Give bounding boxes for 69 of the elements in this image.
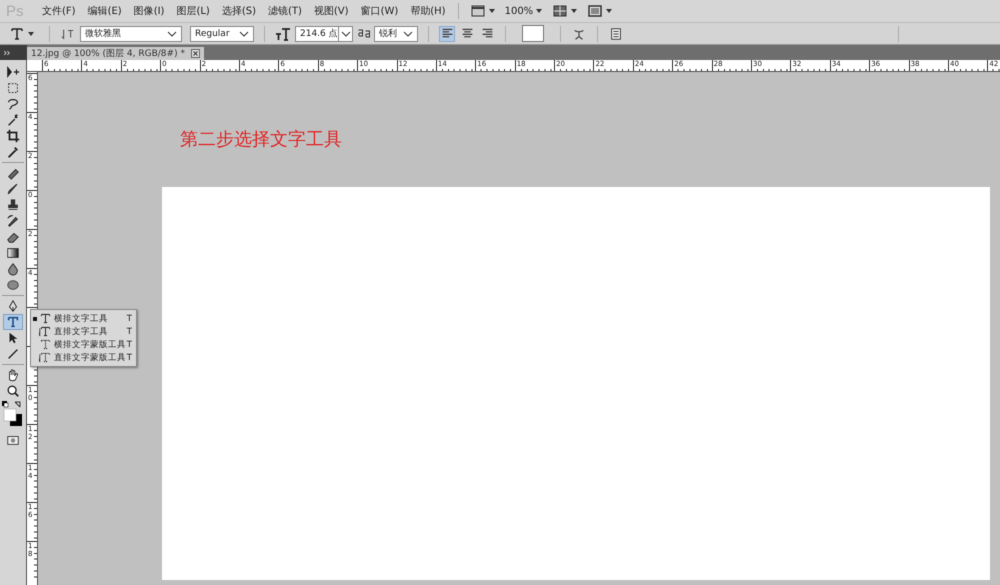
menu-item[interactable]: 选择(S) xyxy=(216,4,262,18)
vertical-type-mask-icon xyxy=(39,351,52,364)
font-size-icon xyxy=(275,26,291,42)
align-icon xyxy=(460,27,474,40)
crop-icon xyxy=(6,129,20,143)
caret-icon xyxy=(488,9,495,13)
flyout-menu-item[interactable]: 直排文字蒙版工具T xyxy=(31,351,136,364)
brush-icon xyxy=(6,182,20,196)
flyout-menu-item[interactable]: 横排文字蒙版工具T xyxy=(31,338,136,351)
font-size-field[interactable]: 214.6 点 xyxy=(295,26,353,42)
antialias-dropdown[interactable]: 锐利 xyxy=(374,26,418,42)
caret-icon xyxy=(28,32,34,36)
panel-icon xyxy=(609,26,623,40)
wand-icon xyxy=(6,113,20,127)
menu-item[interactable]: 滤镜(T) xyxy=(262,4,308,18)
stamp-icon xyxy=(6,198,20,212)
lasso-icon xyxy=(6,97,20,111)
antialias-icon xyxy=(357,29,370,38)
history-brush-icon xyxy=(6,214,20,228)
marquee-icon xyxy=(6,81,20,95)
caret-icon xyxy=(167,30,177,36)
grid-icon xyxy=(552,3,568,19)
align-icon xyxy=(440,27,454,40)
flyout-menu-item[interactable]: 直排文字工具 T xyxy=(31,325,136,338)
bandage-icon xyxy=(6,166,20,180)
menu-item[interactable]: 文件(F) xyxy=(36,4,82,18)
font-style-dropdown[interactable]: Regular xyxy=(190,26,254,42)
gradient-icon xyxy=(6,246,20,260)
color-swatches[interactable] xyxy=(2,401,24,429)
eyedropper-icon xyxy=(6,145,20,159)
caret-icon xyxy=(340,30,351,36)
zoom-icon xyxy=(6,384,20,398)
film-icon xyxy=(470,3,486,19)
vertical-type-icon xyxy=(61,26,75,40)
type-mask-icon xyxy=(39,338,52,351)
screen-icon xyxy=(587,3,604,19)
caret-icon xyxy=(536,9,542,13)
zoom-level-button[interactable]: 100% xyxy=(500,6,548,16)
document-tab[interactable]: 12.jpg @ 100% (图层 4, RGB/8#) * xyxy=(27,47,204,60)
menu-item[interactable]: 编辑(E) xyxy=(82,4,128,18)
line-icon xyxy=(6,347,20,361)
move-icon xyxy=(6,65,20,79)
caret-icon xyxy=(239,30,249,36)
hand-icon xyxy=(6,368,20,382)
menu-item[interactable]: 帮助(H) xyxy=(404,4,452,18)
mask-icon xyxy=(6,433,20,447)
menu-item[interactable]: 视图(V) xyxy=(308,4,355,18)
type-icon xyxy=(9,26,25,42)
menu-item[interactable]: 窗口(W) xyxy=(354,4,404,18)
caret-icon xyxy=(403,30,413,36)
caret-icon xyxy=(571,9,578,13)
type-icon xyxy=(6,315,20,329)
ellipse-icon xyxy=(6,278,20,292)
menu-item[interactable]: 图层(L) xyxy=(170,4,216,18)
type-icon xyxy=(39,312,52,325)
align-icon xyxy=(480,27,494,40)
panels-button[interactable] xyxy=(608,26,624,42)
pen-icon xyxy=(6,299,20,313)
font-family-dropdown[interactable]: 微软雅黑 xyxy=(80,26,182,42)
align-button[interactable] xyxy=(439,26,455,42)
eraser-icon xyxy=(6,230,20,244)
flyout-menu-item[interactable]: 横排文字工具 T xyxy=(31,312,136,325)
vertical-type-icon xyxy=(39,325,52,338)
menu-item[interactable]: 图像(I) xyxy=(128,4,170,18)
text-color-swatch[interactable] xyxy=(522,25,544,42)
drop-icon xyxy=(6,262,20,276)
caption-text: 第二步选择文字工具 xyxy=(180,128,343,152)
close-icon[interactable] xyxy=(190,49,200,58)
caret-icon xyxy=(606,9,612,13)
